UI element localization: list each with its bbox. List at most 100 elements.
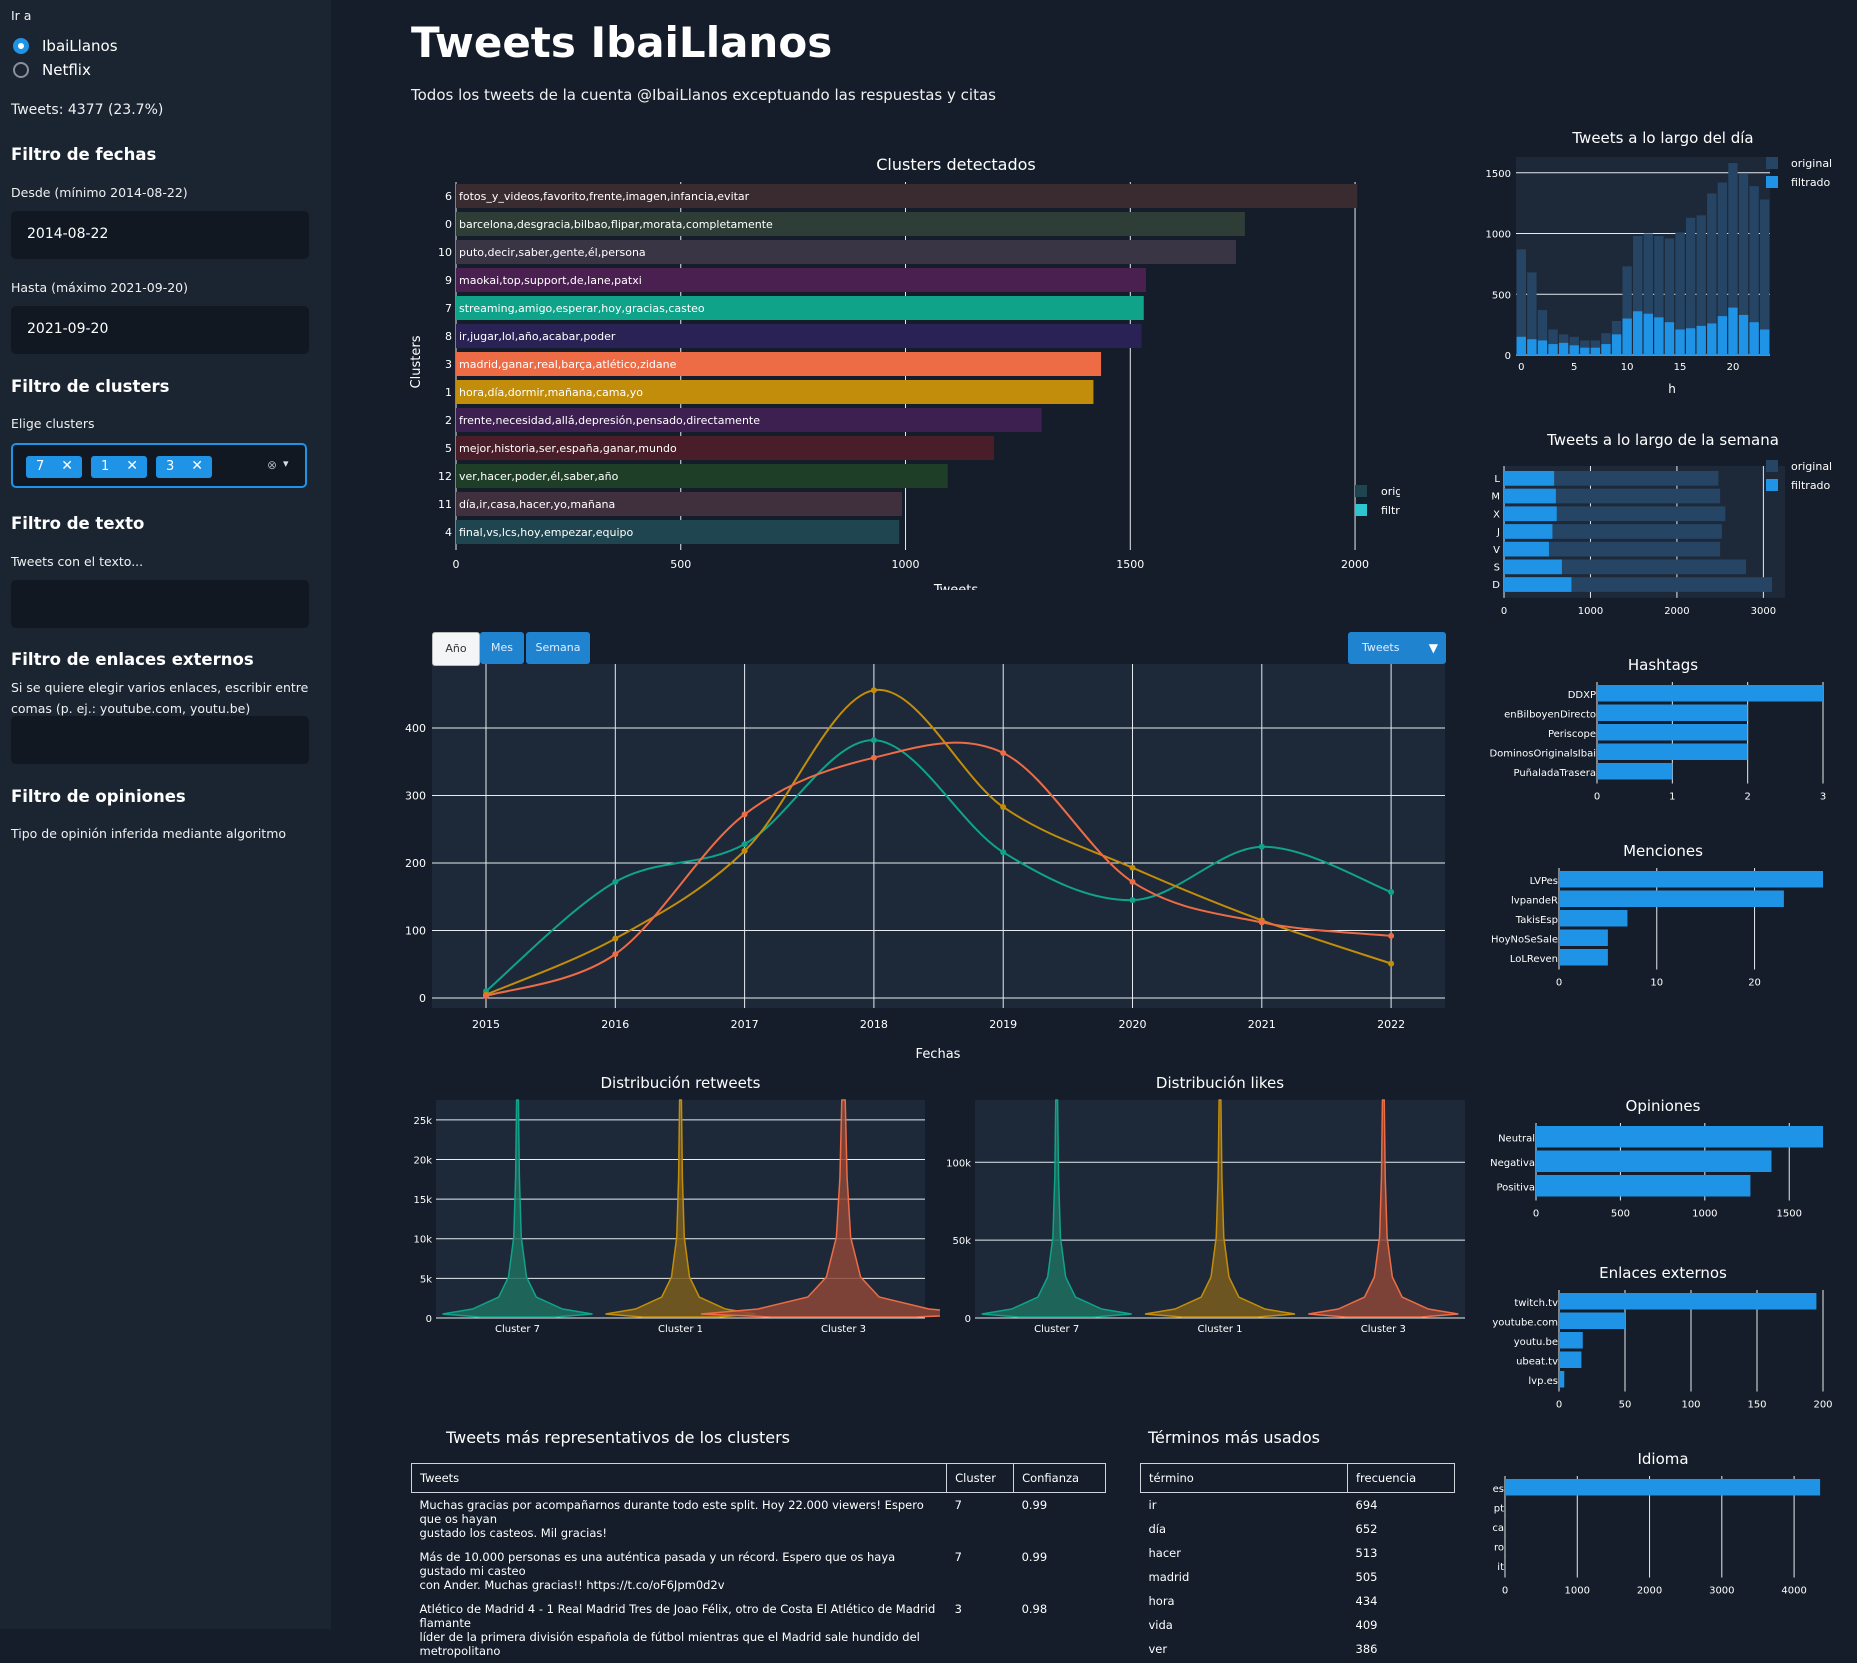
chevron-down-icon[interactable]: ▼ xyxy=(1429,632,1438,664)
chart-title: Idioma xyxy=(1637,1450,1688,1468)
x-tick-label: Cluster 7 xyxy=(1034,1324,1079,1335)
legend-label: original xyxy=(1381,485,1400,498)
chart-title: Opiniones xyxy=(1626,1097,1701,1115)
bar-filtrado xyxy=(1504,524,1553,539)
range-button-year[interactable]: Año xyxy=(432,632,480,666)
term-cell: vida xyxy=(1148,1618,1173,1632)
term-cell: día xyxy=(1148,1522,1167,1536)
column-header-term[interactable]: término xyxy=(1140,1463,1348,1493)
tweet-text-line: Atlético de Madrid 4 - 1 Real Madrid Tre… xyxy=(419,1602,936,1630)
tweets-timeline-chart: 2015 2016 2017 2018 2019 2020 2021 2022 0 100 200 3… xyxy=(405,664,1445,1060)
table-row: Atlético de Madrid 4 - 1 Real Madrid Tre… xyxy=(412,1597,1106,1663)
bar xyxy=(1597,763,1673,780)
y-tick-label: 6 xyxy=(445,190,452,203)
radio-ibaillanos[interactable] xyxy=(13,38,29,54)
bar xyxy=(1597,704,1748,721)
x-tick-label: 2019 xyxy=(989,1018,1017,1031)
frequency-cell: 386 xyxy=(1355,1642,1378,1656)
table-row: día 652 xyxy=(1141,1517,1455,1541)
range-button-week[interactable]: Semana xyxy=(526,632,590,664)
y-tick-label: es xyxy=(1493,1484,1504,1495)
y-tick-label: it xyxy=(1497,1562,1504,1573)
bar-filtrado xyxy=(1633,311,1643,355)
x-tick-label: 0 xyxy=(1594,792,1600,801)
radio-label-netflix[interactable]: Netflix xyxy=(42,61,91,79)
range-button-month[interactable]: Mes xyxy=(480,632,524,664)
text-filter-label: Tweets con el texto... xyxy=(11,554,144,569)
data-point xyxy=(483,992,489,999)
bar-filtrado xyxy=(1548,344,1558,355)
bar-label: ir,jugar,lol,año,acabar,poder xyxy=(459,330,616,343)
table-row: hora 434 xyxy=(1141,1589,1455,1613)
bar-filtrado xyxy=(1569,345,1579,355)
y-tick-label: 0 xyxy=(965,1314,971,1325)
chip-remove-icon[interactable]: ✕ xyxy=(126,458,138,474)
cluster-select-label: Elige clusters xyxy=(11,416,95,431)
links-filter-input[interactable] xyxy=(11,716,309,764)
bar-filtrado xyxy=(1696,325,1706,355)
chip-remove-icon[interactable]: ✕ xyxy=(191,458,203,474)
data-point xyxy=(1258,843,1265,850)
bar xyxy=(1559,929,1608,946)
clear-icon[interactable]: ⊗ xyxy=(267,458,277,472)
chip-cluster-7[interactable]: 7 ✕ xyxy=(26,456,82,478)
legend-label: filtrado xyxy=(1791,479,1831,492)
radio-label-ibaillanos[interactable]: IbaiLlanos xyxy=(42,37,118,55)
bar-filtrado xyxy=(1654,317,1664,355)
x-axis-title: Tweets xyxy=(933,583,979,590)
confidence-cell: 0.99 xyxy=(1021,1550,1048,1564)
y-tick-label: 100 xyxy=(405,925,426,938)
bar-label: frente,necesidad,allá,depresión,pensado,… xyxy=(459,414,760,427)
bar-filtrado xyxy=(1590,347,1601,355)
frequency-cell: 505 xyxy=(1355,1570,1378,1584)
bar-label: hora,día,dormir,mañana,cama,yo xyxy=(459,386,643,399)
column-header-frequency[interactable]: frecuencia xyxy=(1347,1463,1455,1493)
legend-label: original xyxy=(1791,460,1832,473)
metric-dropdown[interactable]: Tweets ▼ xyxy=(1348,632,1446,664)
term-cell: ver xyxy=(1148,1642,1168,1656)
bar-filtrado xyxy=(1601,344,1611,355)
chart-title: Menciones xyxy=(1623,842,1703,860)
x-tick-label: 10 xyxy=(1621,362,1634,373)
date-filter-title: Filtro de fechas xyxy=(11,145,157,164)
bar xyxy=(1597,685,1823,702)
chevron-down-icon[interactable]: ▾ xyxy=(283,457,289,470)
bar xyxy=(1597,724,1748,741)
chip-cluster-3[interactable]: 3 ✕ xyxy=(156,456,212,478)
date-to-input[interactable]: 2021-09-20 xyxy=(11,306,309,354)
column-header-cluster[interactable]: Cluster xyxy=(946,1463,1015,1493)
hashtags-chart: Hashtags 0 1 2 3 DDXP enBilboyenDirecto Perisco… xyxy=(1489,656,1826,801)
chip-remove-icon[interactable]: ✕ xyxy=(61,458,73,474)
data-point xyxy=(1129,864,1136,871)
x-tick-label: 20 xyxy=(1748,978,1761,987)
y-tick-label: lvpandeR xyxy=(1511,895,1558,906)
y-tick-label: 2 xyxy=(445,414,452,427)
tweet-cell: Muchas gracias por acompañarnos durante … xyxy=(412,1493,947,1546)
date-to-value: 2021-09-20 xyxy=(27,321,109,337)
data-point xyxy=(741,811,748,818)
radio-netflix[interactable] xyxy=(13,62,29,78)
frequency-cell: 652 xyxy=(1355,1522,1378,1536)
x-tick-label: 2000 xyxy=(1664,606,1689,617)
y-tick-label: 12 xyxy=(438,470,452,483)
bar-label: maokai,top,support,de,lane,patxi xyxy=(459,274,642,287)
text-filter-input[interactable] xyxy=(11,580,309,628)
cluster-multiselect[interactable]: 7 ✕ 1 ✕ 3 ✕ ⊗ ▾ xyxy=(11,443,307,488)
date-from-input[interactable]: 2014-08-22 xyxy=(11,211,309,259)
retweets-violin-chart: Distribución retweets 0 5k 10k 15k 20k 25k Clus… xyxy=(413,1074,940,1335)
bar xyxy=(1536,1150,1772,1172)
x-tick-label: Cluster 3 xyxy=(1361,1324,1406,1335)
column-header-tweets[interactable]: Tweets xyxy=(410,1463,948,1493)
table-row: ver 386 xyxy=(1141,1637,1455,1661)
tweet-text-line: con Ander. Muchas gracias!! https://t.co… xyxy=(419,1578,725,1592)
y-tick-label: ca xyxy=(1492,1523,1504,1534)
bar-filtrado xyxy=(1749,322,1759,355)
data-point xyxy=(870,754,877,761)
column-header-confidence[interactable]: Confianza xyxy=(1013,1463,1106,1493)
legend-label: filtrado xyxy=(1381,504,1400,517)
chip-cluster-1[interactable]: 1 ✕ xyxy=(91,456,147,478)
x-tick-label: 2015 xyxy=(472,1018,500,1031)
y-tick-label: S xyxy=(1494,563,1500,574)
data-point xyxy=(1388,932,1395,939)
bar-filtrado xyxy=(1504,577,1572,592)
